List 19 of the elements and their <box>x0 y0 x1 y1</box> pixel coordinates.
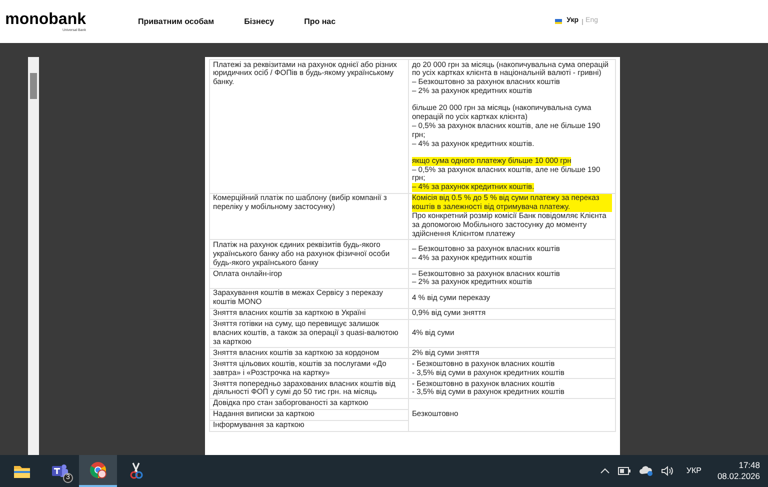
logo[interactable]: monobank <box>5 11 86 28</box>
nav-link[interactable]: Бізнесу <box>244 16 274 28</box>
battery-icon[interactable] <box>618 467 632 475</box>
scissors-icon <box>128 462 144 480</box>
teams-icon <box>51 463 69 479</box>
keyboard-language[interactable]: УКР <box>686 465 702 477</box>
scrollbar[interactable] <box>28 57 39 455</box>
browser-icon <box>89 461 107 479</box>
speaker-icon[interactable] <box>661 466 674 476</box>
flag-icon <box>554 19 562 24</box>
scrollbar-thumb[interactable] <box>30 73 37 99</box>
nav-link[interactable]: Приватним особам <box>138 16 214 28</box>
cloud-icon[interactable] <box>639 466 654 476</box>
taskbar-app[interactable] <box>79 455 117 487</box>
folder-icon <box>13 463 31 479</box>
nav-link[interactable]: Про нас <box>304 16 336 28</box>
chevron-up-icon[interactable] <box>600 468 610 474</box>
clock-time[interactable]: 17:48 <box>738 460 760 471</box>
clock-date[interactable]: 08.02.2026 <box>717 471 760 482</box>
